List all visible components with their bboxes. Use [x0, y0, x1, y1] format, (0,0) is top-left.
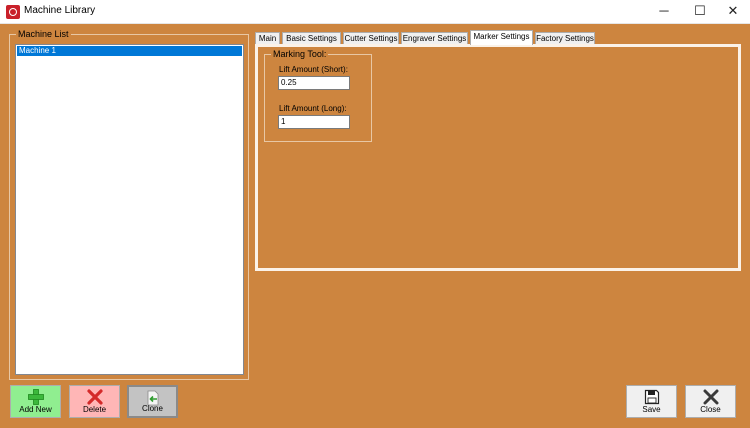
close-button[interactable]: Close — [685, 385, 736, 418]
lift-long-input[interactable]: 1 — [278, 115, 350, 129]
red-x-icon — [86, 389, 103, 405]
close-label: Close — [700, 405, 721, 414]
gray-x-icon — [703, 389, 718, 405]
add-new-label: Add New — [19, 405, 52, 414]
lift-short-label: Lift Amount (Short): — [279, 65, 348, 74]
clone-button[interactable]: Clone — [127, 385, 178, 418]
delete-label: Delete — [82, 405, 107, 414]
lift-short-input[interactable]: 0.25 — [278, 76, 350, 90]
maximize-button[interactable]: ☐ — [683, 0, 717, 24]
minimize-button[interactable]: ─ — [647, 0, 681, 24]
lift-long-label: Lift Amount (Long): — [279, 104, 347, 113]
add-new-button[interactable]: Add New — [10, 385, 61, 418]
window-close-button[interactable]: ✕ — [716, 0, 750, 24]
save-button[interactable]: Save — [626, 385, 677, 418]
marking-tool-label: Marking Tool: — [271, 49, 329, 60]
title-bar: Machine Library ─ ☐ ✕ — [0, 0, 750, 24]
app-logo-icon — [6, 5, 20, 19]
list-item[interactable]: Machine 1 — [17, 46, 242, 56]
window-title: Machine Library — [24, 5, 96, 16]
marking-tool-group: Marking Tool: Lift Amount (Short): 0.25 … — [264, 49, 372, 142]
tab-marker-settings[interactable]: Marker Settings — [470, 30, 533, 45]
machine-listbox[interactable]: Machine 1 — [15, 44, 244, 375]
floppy-disk-icon — [644, 389, 659, 405]
marker-settings-panel: Marking Tool: Lift Amount (Short): 0.25 … — [255, 44, 741, 271]
delete-button[interactable]: Delete — [69, 385, 120, 418]
machine-list-label: Machine List — [16, 29, 71, 40]
save-label: Save — [642, 405, 661, 414]
machine-list-group: Machine List Machine 1 — [9, 29, 249, 380]
main-window: Machine List Machine 1 Main Basic Settin… — [0, 24, 750, 428]
clone-label: Clone — [142, 404, 163, 413]
green-plus-icon — [27, 389, 44, 405]
